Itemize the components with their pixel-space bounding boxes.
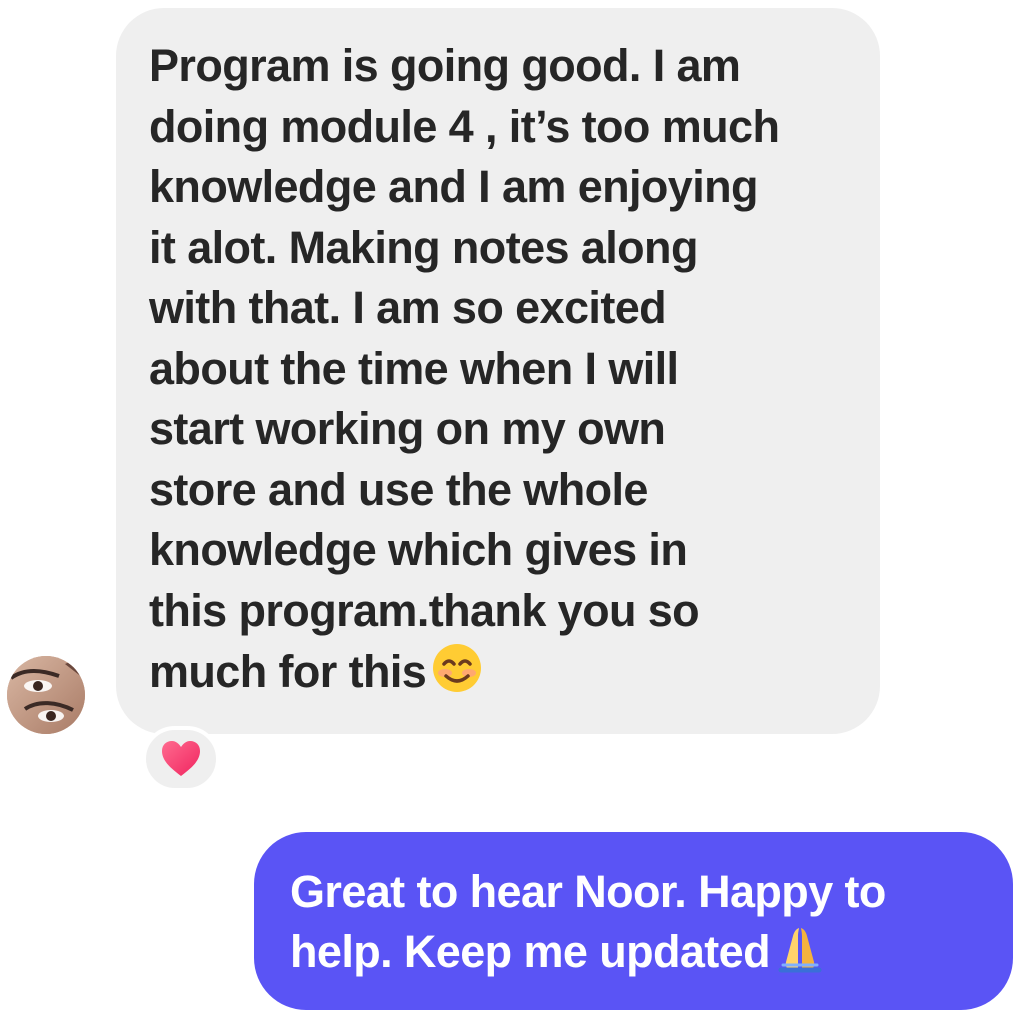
incoming-message-bubble[interactable]: Program is going good. I am doing module… — [116, 8, 880, 734]
incoming-message-content: Program is going good. I am doing module… — [149, 40, 780, 697]
incoming-message-text: Program is going good. I am doing module… — [149, 36, 856, 711]
heart-reaction-badge[interactable] — [142, 726, 220, 792]
chat-thread: Program is going good. I am doing module… — [0, 0, 1036, 1022]
sender-avatar[interactable] — [7, 656, 85, 734]
outgoing-message-bubble[interactable]: Great to hear Noor. Happy to help. Keep … — [254, 832, 1013, 1010]
avatar-photo-icon — [7, 656, 85, 734]
smiling-face-emoji-icon — [430, 641, 484, 711]
heart-icon — [162, 741, 200, 776]
outgoing-message-text: Great to hear Noor. Happy to help. Keep … — [290, 862, 989, 990]
folded-hands-emoji-icon — [774, 923, 826, 990]
